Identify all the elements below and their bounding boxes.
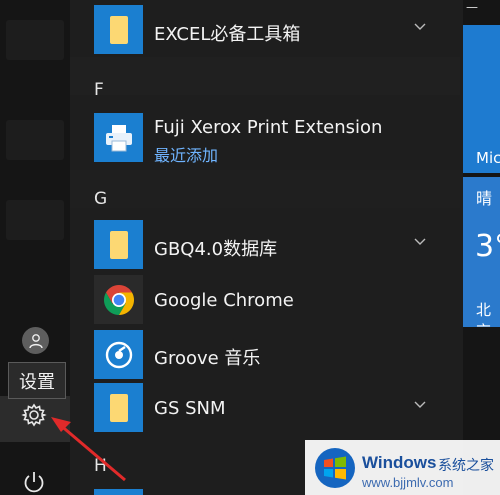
watermark-brand: Windows — [362, 453, 437, 472]
app-tile-partial[interactable] — [94, 489, 143, 495]
annotation-arrow-icon — [51, 417, 126, 482]
live-tile-weather[interactable]: 晴 3° 北京 — [463, 177, 500, 327]
chrome-icon — [94, 275, 143, 324]
watermark-site-name: 系统之家 — [438, 458, 494, 474]
app-name: Groove 音乐 — [154, 348, 261, 369]
user-avatar-icon[interactable] — [22, 327, 49, 354]
app-item-excel-toolbox[interactable]: EXCEL必备工具箱 — [94, 5, 462, 57]
app-item-gbq-database[interactable]: GBQ4.0数据库 — [94, 220, 462, 272]
blurred-area — [70, 170, 460, 208]
blurred-area — [6, 20, 64, 60]
windows-logo-icon — [315, 448, 355, 488]
gear-icon[interactable] — [21, 402, 47, 428]
app-item-fuji-xerox[interactable]: Fuji Xerox Print Extension 最近添加 — [94, 113, 462, 165]
weather-temperature: 3° — [475, 229, 500, 264]
app-item-groove-music[interactable]: Groove 音乐 — [94, 330, 462, 382]
app-item-google-chrome[interactable]: Google Chrome — [94, 275, 462, 327]
app-item-gs-snm[interactable]: GS SNM — [94, 383, 462, 435]
blurred-area — [6, 200, 64, 240]
power-icon[interactable] — [21, 469, 47, 495]
blurred-area — [6, 120, 64, 160]
app-name: EXCEL必备工具箱 — [154, 24, 301, 45]
folder-icon — [94, 5, 143, 54]
tile-caption: Mic — [476, 149, 500, 167]
app-name: GBQ4.0数据库 — [154, 239, 278, 260]
app-name: Google Chrome — [154, 290, 294, 311]
section-letter-f[interactable]: F — [94, 80, 104, 100]
chevron-down-icon[interactable] — [414, 401, 426, 409]
folder-icon — [94, 220, 143, 269]
recently-added-label: 最近添加 — [154, 146, 219, 165]
blurred-area — [70, 57, 460, 95]
app-name: Fuji Xerox Print Extension — [154, 117, 383, 138]
groove-music-icon — [94, 330, 143, 379]
chevron-down-icon[interactable] — [414, 23, 426, 31]
app-name: GS SNM — [154, 398, 226, 419]
weather-condition: 晴 — [476, 189, 493, 208]
live-tile-microsoft[interactable]: Mic — [463, 25, 500, 173]
settings-tooltip: 设置 — [8, 362, 66, 399]
weather-city: 北京 — [476, 301, 492, 327]
printer-icon — [94, 113, 143, 162]
watermark: Windows 系统之家 www.bjjmlv.com — [305, 440, 500, 495]
chevron-down-icon[interactable] — [414, 238, 426, 246]
tile-group-header: — — [466, 0, 478, 14]
watermark-url: www.bjjmlv.com — [362, 475, 454, 490]
section-letter-g[interactable]: G — [94, 189, 107, 209]
